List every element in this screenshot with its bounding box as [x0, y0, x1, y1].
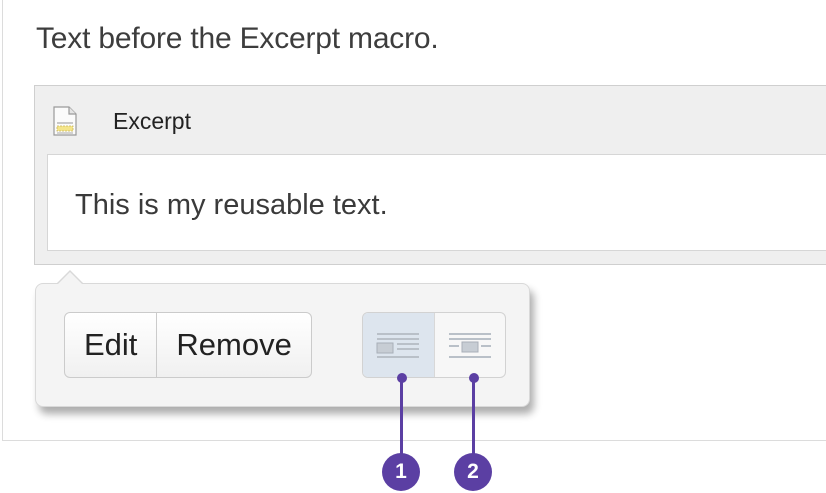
- remove-button[interactable]: Remove: [156, 313, 310, 377]
- align-left-icon: [376, 333, 419, 358]
- macro-body[interactable]: This is my reusable text.: [47, 154, 826, 251]
- callout-1-line: [400, 378, 403, 454]
- page-icon: [53, 106, 77, 136]
- intro-text: Text before the Excerpt macro.: [36, 22, 439, 55]
- popup-arrow-inner: [57, 272, 83, 285]
- edit-button[interactable]: Edit: [65, 313, 156, 377]
- align-center-icon: [449, 333, 491, 358]
- macro-body-text: This is my reusable text.: [75, 189, 388, 221]
- alignment-group: [362, 312, 506, 378]
- macro-header: Excerpt: [53, 100, 813, 140]
- macro-action-group: Edit Remove: [64, 312, 312, 378]
- callout-2-badge: 2: [454, 453, 492, 491]
- macro-title: Excerpt: [113, 108, 191, 134]
- align-left-button[interactable]: [363, 313, 434, 377]
- excerpt-macro[interactable]: Excerpt This is my reusable text.: [34, 85, 826, 265]
- macro-property-panel: Edit Remove: [35, 283, 530, 407]
- callout-2-line: [472, 378, 475, 454]
- callout-1-badge: 1: [382, 453, 420, 491]
- align-center-button[interactable]: [434, 313, 505, 377]
